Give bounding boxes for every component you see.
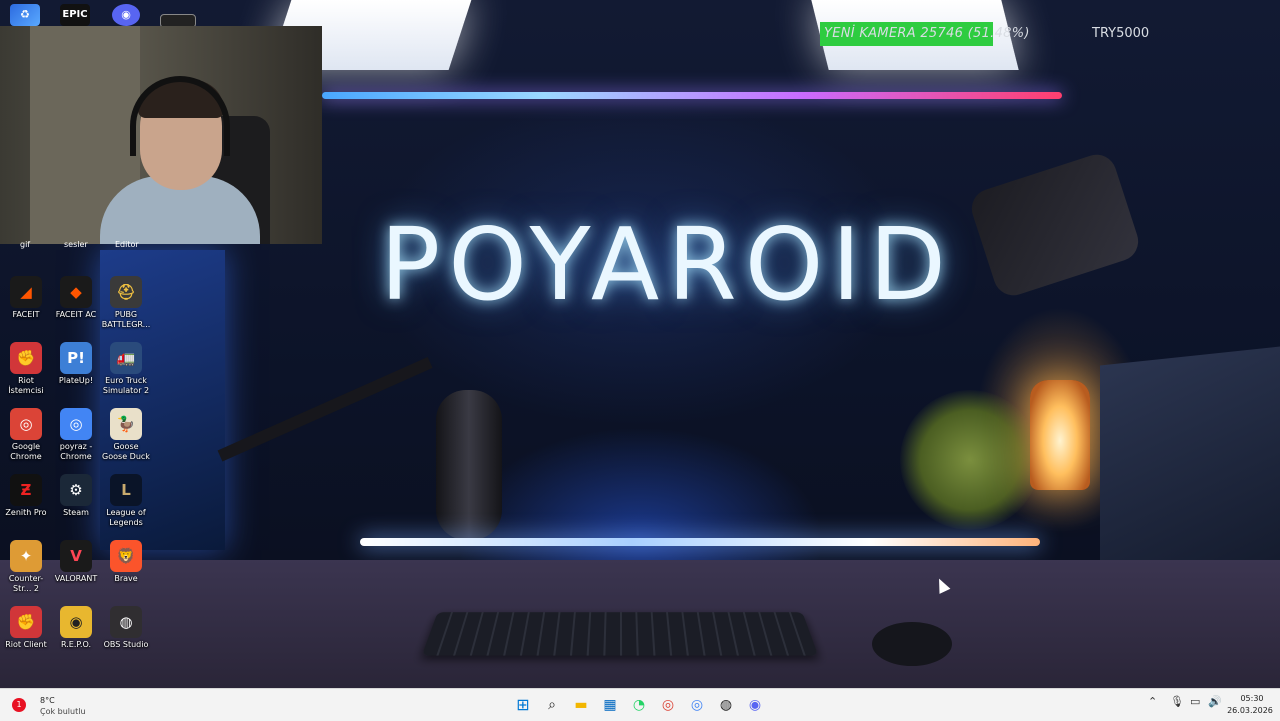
desktop-icon-label: poyraz - Chrome: [59, 442, 93, 461]
desktop-icon-r-e-p-o[interactable]: ◉ R.E.P.O.: [50, 606, 102, 650]
desktop-icon-brave[interactable]: 🦁 Brave: [100, 540, 152, 584]
weather-condition: Çok bulutlu: [40, 707, 86, 716]
goose-goose-duck-icon: 🦆: [110, 408, 142, 440]
league-of-legends-icon: L: [110, 474, 142, 506]
obs-studio-icon: ◍: [110, 606, 142, 638]
desktop-icon-plateup[interactable]: P! PlateUp!: [50, 342, 102, 386]
desktop-icon-google-chrome[interactable]: ◎ Google Chrome: [0, 408, 52, 462]
desktop-icon-valorant[interactable]: V VALORANT: [50, 540, 102, 584]
zenith-pro-icon: Ƶ: [10, 474, 42, 506]
faceit-ac-icon: ◆: [60, 276, 92, 308]
neon-strip-bottom: [360, 538, 1040, 546]
counter-str-2-icon: ✦: [10, 540, 42, 572]
riot-i-stemcisi-icon: ✊: [10, 342, 42, 374]
weather-widget[interactable]: 1 8°C Çok bulutlu: [6, 692, 126, 718]
plateup-icon: P!: [60, 342, 92, 374]
desktop-icon-euro-truck-simulator-2[interactable]: 🚛 Euro Truck Simulator 2: [100, 342, 152, 396]
start-button[interactable]: ⊞: [511, 693, 535, 717]
tray-overflow-chevron-icon[interactable]: ⌃: [1148, 695, 1157, 708]
riot-client-icon: ✊: [10, 606, 42, 638]
desktop-icon-label: Counter-Str... 2: [8, 574, 44, 593]
webcam-overlay: [0, 26, 322, 244]
recycle-bin-icon[interactable]: ♻: [10, 4, 40, 26]
desktop-icon-label: Steam: [63, 508, 89, 517]
desktop-icon-poyraz-chrome[interactable]: ◎ poyraz - Chrome: [50, 408, 102, 462]
desktop-icon-riot-client[interactable]: ✊ Riot Client: [0, 606, 52, 650]
weather-temperature: 8°C: [40, 696, 55, 705]
donation-goal-label: YENİ KAMERA 25746 (51.48%): [824, 26, 1030, 41]
chrome-icon[interactable]: ◎: [656, 693, 680, 717]
desktop-icon-label: VALORANT: [54, 574, 98, 583]
desktop-icon-label: Riot Client: [5, 640, 47, 649]
donation-goal-amount: TRY5000: [1092, 26, 1150, 41]
desktop-icon-zenith-pro[interactable]: Ƶ Zenith Pro: [0, 474, 52, 518]
pubg-battlegr-icon: ⛑: [110, 276, 142, 308]
desktop-icon-label-editor: Editor: [115, 240, 139, 249]
plant-prop: [900, 390, 1040, 530]
desktop-icon-riot-i-stemcisi[interactable]: ✊ Riot İstemcisi: [0, 342, 52, 396]
desktop-icon-label: FACEIT AC: [55, 310, 97, 319]
desktop-icon-label-gif: gif: [20, 240, 31, 249]
obs-studio-icon[interactable]: ◍: [714, 693, 738, 717]
desktop-icon-counter-str-2[interactable]: ✦ Counter-Str... 2: [0, 540, 52, 594]
chrome-profile-icon[interactable]: ◎: [685, 693, 709, 717]
network-icon[interactable]: ▭: [1190, 695, 1200, 708]
taskbar: 1 8°C Çok bulutlu ⊞ ⌕ ▬ ▦ ◔ ◎ ◎ ◍ ◉ ⌃ 🎙 …: [0, 688, 1280, 721]
faceit-icon: ◢: [10, 276, 42, 308]
desktop-icon-faceit-ac[interactable]: ◆ FACEIT AC: [50, 276, 102, 320]
poyraz-chrome-icon: ◎: [60, 408, 92, 440]
desktop-icon-label: PUBG BATTLEGR...: [101, 310, 151, 329]
camera-prop: [966, 149, 1144, 301]
store-icon[interactable]: ▦: [598, 693, 622, 717]
desktop-icon-league-of-legends[interactable]: L League of Legends: [100, 474, 152, 528]
wallpaper-brand-title: POYAROID: [380, 206, 954, 323]
desktop-icon-label: R.E.P.O.: [60, 640, 92, 649]
keyboard-prop: [421, 612, 819, 656]
desktop-icon-label: Zenith Pro: [5, 508, 47, 517]
desktop-icon-label-sesler: sesler: [64, 240, 88, 249]
desktop-icon-label: Riot İstemcisi: [8, 376, 44, 395]
valorant-icon: V: [60, 540, 92, 572]
mic-arm-prop: [217, 356, 433, 462]
desktop-icon-label: Euro Truck Simulator 2: [102, 376, 150, 395]
neon-strip-top: [322, 92, 1062, 99]
epic-games-icon[interactable]: EPIC: [60, 4, 90, 26]
desktop-icon-label: Brave: [114, 574, 138, 583]
clock-time[interactable]: 05:30: [1228, 694, 1276, 703]
google-chrome-icon: ◎: [10, 408, 42, 440]
discord-icon[interactable]: ◉: [112, 4, 140, 26]
microphone-icon[interactable]: 🎙: [1170, 695, 1184, 708]
desktop-icon-pubg-battlegr[interactable]: ⛑ PUBG BATTLEGR...: [100, 276, 152, 330]
desktop-icon-faceit[interactable]: ◢ FACEIT: [0, 276, 52, 320]
mouse-prop: [872, 622, 952, 666]
brave-icon: 🦁: [110, 540, 142, 572]
desktop-icon-goose-goose-duck[interactable]: 🦆 Goose Goose Duck: [100, 408, 152, 462]
desktop-icon-label: PlateUp!: [58, 376, 94, 385]
steam-icon: ⚙: [60, 474, 92, 506]
weather-badge-icon: 1: [12, 698, 26, 712]
clock-date[interactable]: 26.03.2026: [1224, 706, 1276, 715]
file-explorer-icon[interactable]: ▬: [569, 693, 593, 717]
euro-truck-simulator-2-icon: 🚛: [110, 342, 142, 374]
discord-taskbar-icon[interactable]: ◉: [743, 693, 767, 717]
lamp-prop: [1030, 380, 1090, 490]
desktop-icon-label: Google Chrome: [10, 442, 42, 461]
desktop-icon-label: FACEIT: [12, 310, 40, 319]
desktop-icon-label: Goose Goose Duck: [102, 442, 150, 461]
microphone-prop: [436, 390, 502, 540]
whatsapp-icon[interactable]: ◔: [627, 693, 651, 717]
streamer-avatar: [80, 66, 260, 244]
r-e-p-o-icon: ◉: [60, 606, 92, 638]
desktop-icon-label: League of Legends: [106, 508, 146, 527]
desktop-icon-obs-studio[interactable]: ◍ OBS Studio: [100, 606, 152, 650]
desktop-icon-label: OBS Studio: [103, 640, 149, 649]
search-icon[interactable]: ⌕: [540, 693, 564, 717]
volume-icon[interactable]: 🔊: [1208, 695, 1222, 708]
desktop-icon-steam[interactable]: ⚙ Steam: [50, 474, 102, 518]
